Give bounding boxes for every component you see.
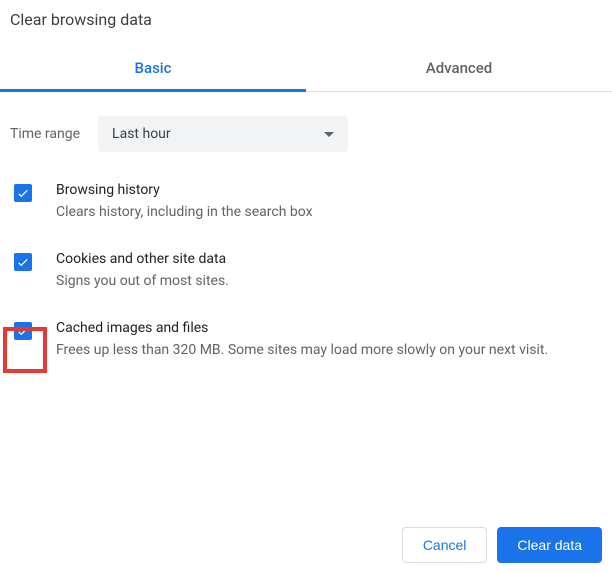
- chevron-down-icon: [324, 132, 334, 137]
- time-range-label: Time range: [10, 126, 80, 142]
- checkmark-icon: [16, 324, 30, 338]
- cancel-button[interactable]: Cancel: [402, 527, 488, 563]
- clear-data-button[interactable]: Clear data: [497, 527, 602, 563]
- checkbox-cookies[interactable]: [14, 253, 32, 271]
- tabs-container: Basic Advanced: [0, 47, 612, 92]
- option-browsing-history: Browsing history Clears history, includi…: [10, 182, 602, 223]
- checkmark-icon: [16, 255, 30, 269]
- dialog-title: Clear browsing data: [0, 0, 612, 47]
- option-desc: Signs you out of most sites.: [56, 271, 602, 292]
- time-range-value: Last hour: [112, 126, 171, 142]
- dialog-footer: Cancel Clear data: [402, 527, 602, 563]
- time-range-row: Time range Last hour: [10, 116, 602, 152]
- option-text: Cookies and other site data Signs you ou…: [56, 251, 602, 292]
- option-title: Cookies and other site data: [56, 251, 602, 267]
- option-text: Cached images and files Frees up less th…: [56, 320, 602, 361]
- checkmark-icon: [16, 186, 30, 200]
- option-desc: Frees up less than 320 MB. Some sites ma…: [56, 340, 602, 361]
- content-area: Time range Last hour Browsing history Cl…: [0, 92, 612, 361]
- checkbox-browsing-history[interactable]: [14, 184, 32, 202]
- tab-basic[interactable]: Basic: [0, 47, 306, 91]
- option-text: Browsing history Clears history, includi…: [56, 182, 602, 223]
- option-desc: Clears history, including in the search …: [56, 202, 602, 223]
- option-cookies: Cookies and other site data Signs you ou…: [10, 251, 602, 292]
- checkbox-cache[interactable]: [14, 322, 32, 340]
- option-title: Cached images and files: [56, 320, 602, 336]
- time-range-select[interactable]: Last hour: [98, 116, 348, 152]
- option-title: Browsing history: [56, 182, 602, 198]
- tab-advanced[interactable]: Advanced: [306, 47, 612, 91]
- option-cache: Cached images and files Frees up less th…: [10, 320, 602, 361]
